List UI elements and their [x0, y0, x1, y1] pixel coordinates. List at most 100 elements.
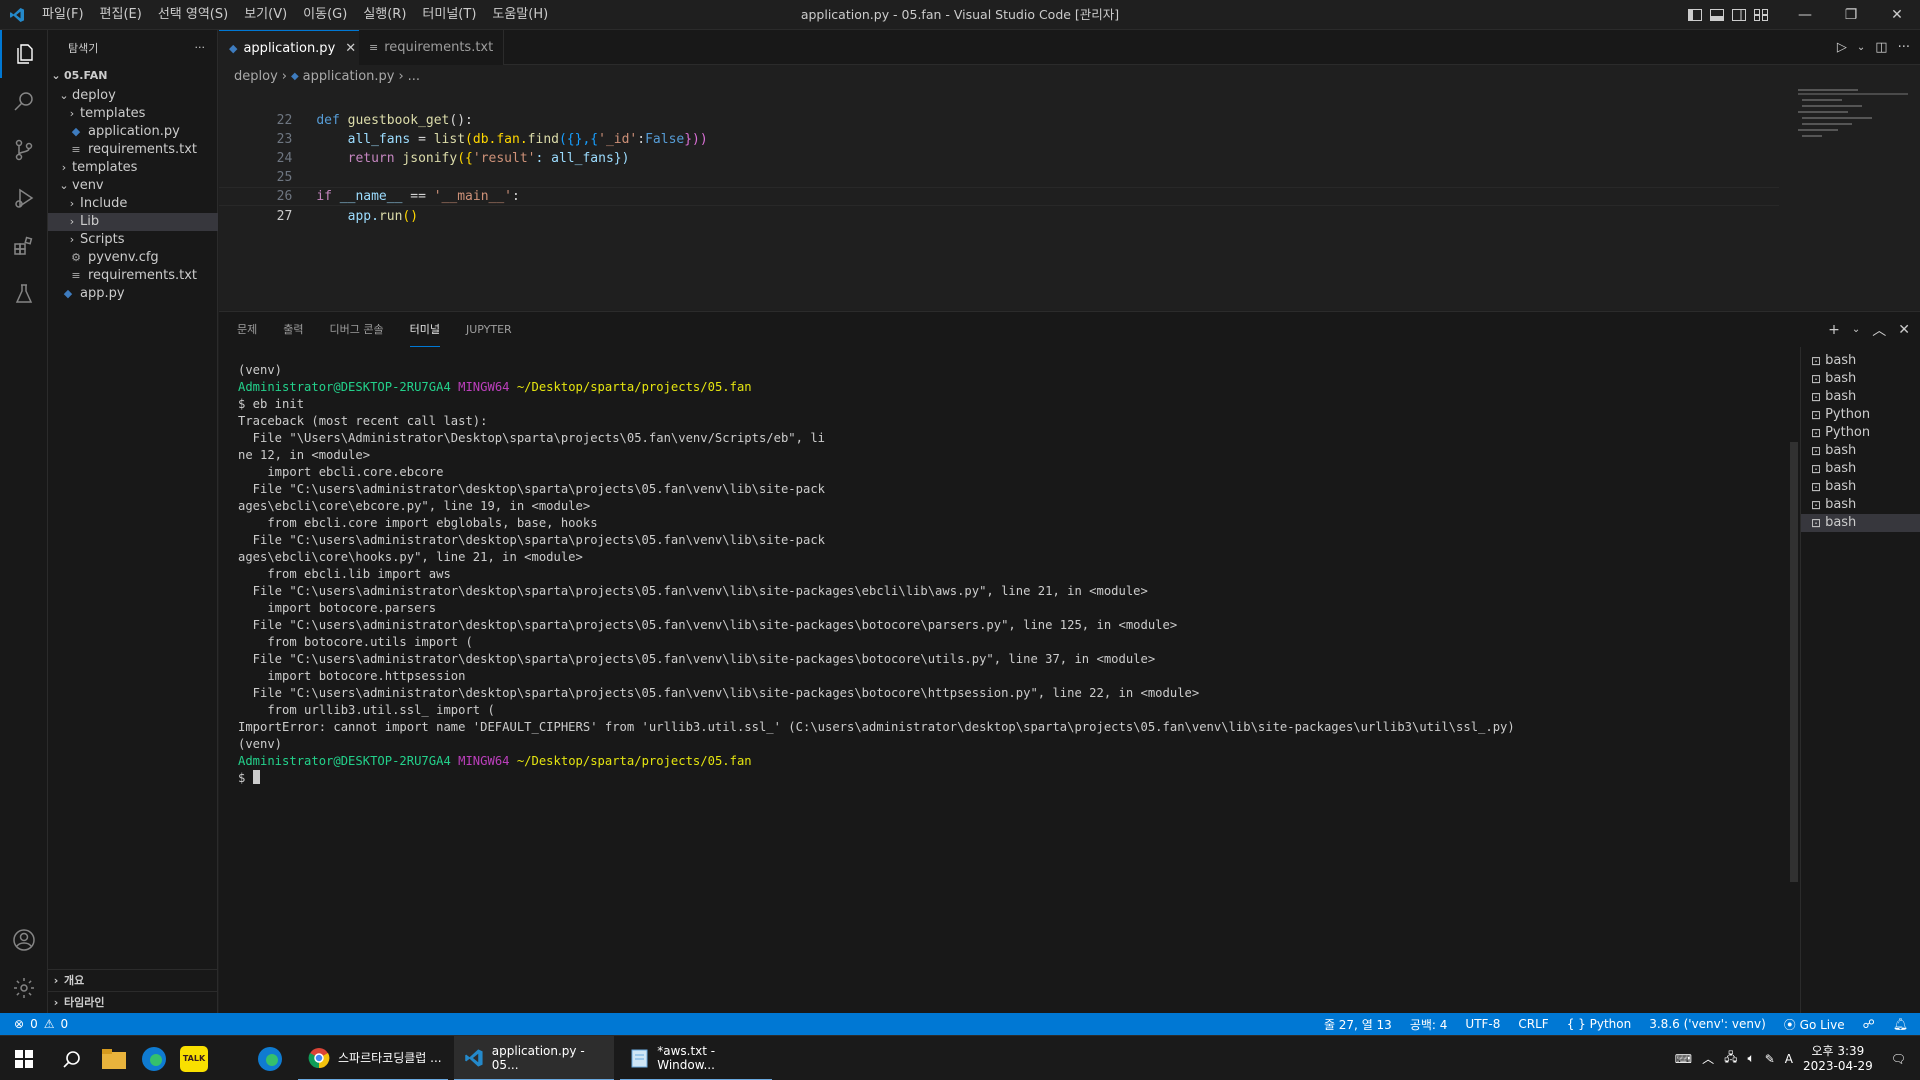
toggle-panel-icon[interactable]	[1706, 0, 1728, 30]
maximize-panel-icon[interactable]: ︿	[1872, 320, 1886, 340]
minimize-button[interactable]: —	[1782, 0, 1828, 30]
volume-icon[interactable]: 🔈︎	[1748, 1051, 1755, 1066]
terminal-instance[interactable]: ⊡ bash	[1801, 388, 1920, 406]
tree-item[interactable]: › templates	[48, 159, 218, 177]
line-ending[interactable]: CRLF	[1518, 1017, 1548, 1031]
tab-application-py[interactable]: ◆ application.py ✕	[219, 30, 359, 65]
indentation[interactable]: 공백: 4	[1410, 1016, 1448, 1033]
terminal-instance[interactable]: ⊡ bash	[1801, 370, 1920, 388]
notifications-bell-icon[interactable]: 🔔︎	[1893, 1017, 1908, 1031]
tab-jupyter[interactable]: JUPYTER	[466, 312, 512, 347]
terminal-input-line[interactable]: $	[238, 770, 1778, 787]
source-control-icon[interactable]	[0, 126, 48, 174]
encoding[interactable]: UTF-8	[1465, 1017, 1500, 1031]
notification-center-icon[interactable]: 🗨︎	[1891, 1052, 1906, 1066]
menu-file[interactable]: 파일(F)	[34, 0, 92, 30]
menu-selection[interactable]: 선택 영역(S)	[150, 0, 236, 30]
code-editor[interactable]: 22 def guestbook_get(): 23 all_fans = lis…	[219, 87, 1920, 310]
restore-button[interactable]: ❐	[1828, 0, 1874, 30]
accounts-icon[interactable]	[0, 916, 48, 964]
windows-start-icon[interactable]	[2, 1036, 46, 1080]
extensions-icon[interactable]	[0, 222, 48, 270]
python-interpreter[interactable]: 3.8.6 ('venv': venv)	[1649, 1017, 1766, 1031]
toggle-sidebar-icon[interactable]	[1684, 0, 1706, 30]
terminal-instance[interactable]: ⊡ bash	[1801, 442, 1920, 460]
search-icon[interactable]	[0, 78, 48, 126]
tab-terminal[interactable]: 터미널	[409, 312, 440, 347]
clock[interactable]: 오후 3:39 2023-04-29	[1803, 1044, 1873, 1074]
menu-go[interactable]: 이동(G)	[295, 0, 355, 30]
tree-item[interactable]: ◆ application.py	[48, 123, 218, 141]
chevron-down-icon[interactable]: ⌄	[1852, 324, 1860, 335]
taskbar-app-notepad[interactable]: *aws.txt - Window...	[620, 1036, 772, 1080]
go-live-button[interactable]: ⦿ Go Live	[1784, 1016, 1845, 1033]
explorer-icon[interactable]	[0, 30, 48, 78]
tab-debug-console[interactable]: 디버그 콘솔	[330, 312, 384, 347]
tree-item[interactable]: ⚙ pyvenv.cfg	[48, 249, 218, 267]
split-editor-icon[interactable]: ◫	[1875, 40, 1887, 55]
tab-output[interactable]: 출력	[283, 312, 303, 347]
edge-browser-icon[interactable]	[248, 1036, 292, 1080]
terminal-instance[interactable]: ⊡ bash	[1801, 478, 1920, 496]
language-mode[interactable]: { } Python	[1567, 1017, 1632, 1031]
tree-item[interactable]: › templates	[48, 105, 218, 123]
code-line[interactable]: 23 all_fans = list(db.fan.find({},{'_id'…	[219, 111, 1779, 147]
chevron-down-icon[interactable]: ⌄	[1857, 42, 1865, 53]
tree-item[interactable]: › Scripts	[48, 231, 218, 249]
tree-item[interactable]: › Lib	[48, 213, 218, 231]
breadcrumb-symbol[interactable]: ...	[408, 69, 420, 84]
tree-item[interactable]: ≡ requirements.txt	[48, 141, 218, 159]
network-icon[interactable]: 🖧︎	[1724, 1048, 1737, 1069]
new-terminal-icon[interactable]: +	[1828, 322, 1840, 338]
close-window-button[interactable]: ✕	[1874, 0, 1920, 30]
code-line[interactable]: 22 def guestbook_get():	[219, 92, 1779, 128]
terminal-instance[interactable]: ⊡ Python	[1801, 424, 1920, 442]
menu-edit[interactable]: 편집(E)	[92, 0, 150, 30]
terminal-instance[interactable]: ⊡ bash	[1801, 460, 1920, 478]
customize-layout-icon[interactable]	[1750, 0, 1772, 30]
terminal-scrollbar[interactable]	[1790, 442, 1798, 882]
tab-requirements-txt[interactable]: ≡ requirements.txt	[359, 30, 504, 65]
feedback-icon[interactable]: ☍	[1863, 1017, 1875, 1031]
menu-run[interactable]: 실행(R)	[355, 0, 414, 30]
explorer-root-folder[interactable]: ⌄ 05.FAN	[48, 65, 218, 87]
minimap[interactable]	[1798, 87, 1908, 147]
toggle-secondary-sidebar-icon[interactable]	[1728, 0, 1750, 30]
edge-browser-icon[interactable]	[132, 1036, 176, 1080]
breadcrumb-folder[interactable]: deploy	[234, 69, 278, 84]
pen-icon[interactable]: ✎	[1765, 1052, 1775, 1066]
terminal-instance[interactable]: ⊡ bash	[1801, 514, 1920, 532]
code-line-current[interactable]: 27 app.run()	[219, 187, 1779, 224]
code-line[interactable]: 25	[219, 149, 1779, 185]
tree-item[interactable]: ⌄ deploy	[48, 87, 218, 105]
outline-section[interactable]: › 개요	[48, 969, 218, 991]
menu-help[interactable]: 도움말(H)	[484, 0, 556, 30]
terminal-instance[interactable]: ⊡ bash	[1801, 496, 1920, 514]
status-problems[interactable]: ⊗ 0 ⚠ 0	[14, 1013, 68, 1035]
show-hidden-icons-icon[interactable]: ︿	[1702, 1050, 1714, 1067]
tree-item[interactable]: › Include	[48, 195, 218, 213]
tree-item[interactable]: ≡ requirements.txt	[48, 267, 218, 285]
close-panel-icon[interactable]: ✕	[1898, 322, 1910, 338]
run-file-icon[interactable]: ▷	[1837, 40, 1847, 55]
close-tab-icon[interactable]: ✕	[345, 41, 356, 56]
code-line[interactable]: 24 return jsonify({'result': all_fans})	[219, 130, 1779, 166]
testing-icon[interactable]	[0, 270, 48, 318]
menu-terminal[interactable]: 터미널(T)	[414, 0, 484, 30]
tab-problems[interactable]: 문제	[237, 312, 257, 347]
terminal-output[interactable]: (venv) Administrator@DESKTOP-2RU7GA4 MING…	[238, 362, 1778, 1002]
taskbar-app-vscode[interactable]: application.py - 05...	[454, 1036, 614, 1080]
search-icon[interactable]	[50, 1036, 94, 1080]
taskbar-app-chrome[interactable]: 스파르타코딩클럽 ...	[298, 1036, 448, 1080]
vscode-logo-icon[interactable]	[0, 0, 34, 30]
terminal-instance[interactable]: ⊡ bash	[1801, 352, 1920, 370]
explorer-more-icon[interactable]: ···	[195, 41, 206, 54]
kakaotalk-icon[interactable]: TALK	[172, 1036, 216, 1080]
run-debug-icon[interactable]	[0, 174, 48, 222]
ime-indicator[interactable]: A	[1785, 1052, 1793, 1066]
terminal-instance[interactable]: ⊡ Python	[1801, 406, 1920, 424]
file-explorer-icon[interactable]	[92, 1036, 136, 1080]
settings-gear-icon[interactable]	[0, 964, 48, 1012]
more-actions-icon[interactable]: ···	[1898, 40, 1910, 55]
timeline-section[interactable]: › 타임라인	[48, 991, 218, 1013]
